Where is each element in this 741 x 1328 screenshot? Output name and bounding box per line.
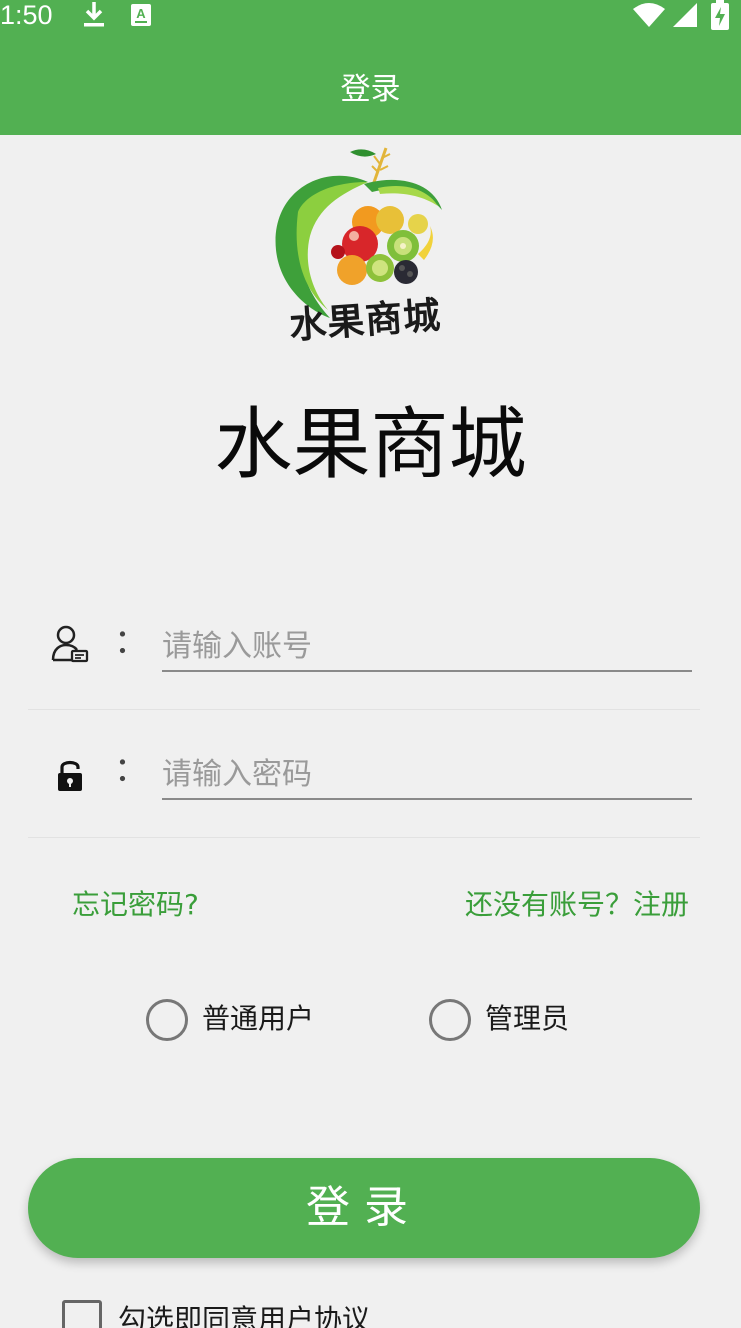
brand-title: 水果商城: [214, 400, 527, 490]
agreement-checkbox[interactable]: 勾选即同意用户协议: [62, 1300, 402, 1328]
radio-circle: [429, 999, 471, 1041]
radio-normal-user[interactable]: 普通用户: [146, 997, 326, 1041]
password-colon: ：: [114, 750, 148, 790]
fruit-logo: 水果商城: [268, 142, 453, 347]
battery-charging-icon: [711, 0, 729, 30]
signal-icon: [673, 3, 697, 27]
keyboard-a-icon: A: [131, 4, 151, 26]
status-time: 1:50: [0, 0, 53, 30]
radio-admin[interactable]: 管理员: [429, 997, 589, 1041]
app-bar: 登录: [0, 32, 741, 135]
radio-label: 普通用户: [202, 1002, 315, 1035]
login-screen: 1:50 A 登录 水果商城 水果商城 ： 请输入账号 ： 忘记密码? 还没有账…: [0, 0, 741, 1328]
register-link[interactable]: 还没有账号？注册: [465, 885, 689, 925]
svg-text:A: A: [136, 6, 146, 21]
lock-icon: [58, 760, 82, 791]
app-bar-title: 登录: [340, 72, 401, 107]
password-input[interactable]: [162, 750, 692, 800]
login-button[interactable]: 登录: [28, 1158, 700, 1258]
radio-label: 管理员: [485, 1002, 570, 1035]
radio-circle: [146, 999, 188, 1041]
account-row: ：: [28, 582, 700, 710]
status-bar: 1:50 A: [0, 0, 741, 32]
forgot-password-link[interactable]: 忘记密码?: [72, 885, 199, 925]
logo-text: 水果商城: [287, 292, 443, 348]
account-input[interactable]: [162, 622, 692, 672]
account-colon: ：: [114, 622, 148, 662]
download-icon: [84, 2, 104, 27]
checkbox-box: [62, 1300, 102, 1328]
user-card-icon: [51, 625, 89, 663]
password-row: ：: [28, 710, 700, 838]
agreement-label: 勾选即同意用户协议: [118, 1303, 371, 1328]
wifi-icon: [633, 3, 665, 27]
